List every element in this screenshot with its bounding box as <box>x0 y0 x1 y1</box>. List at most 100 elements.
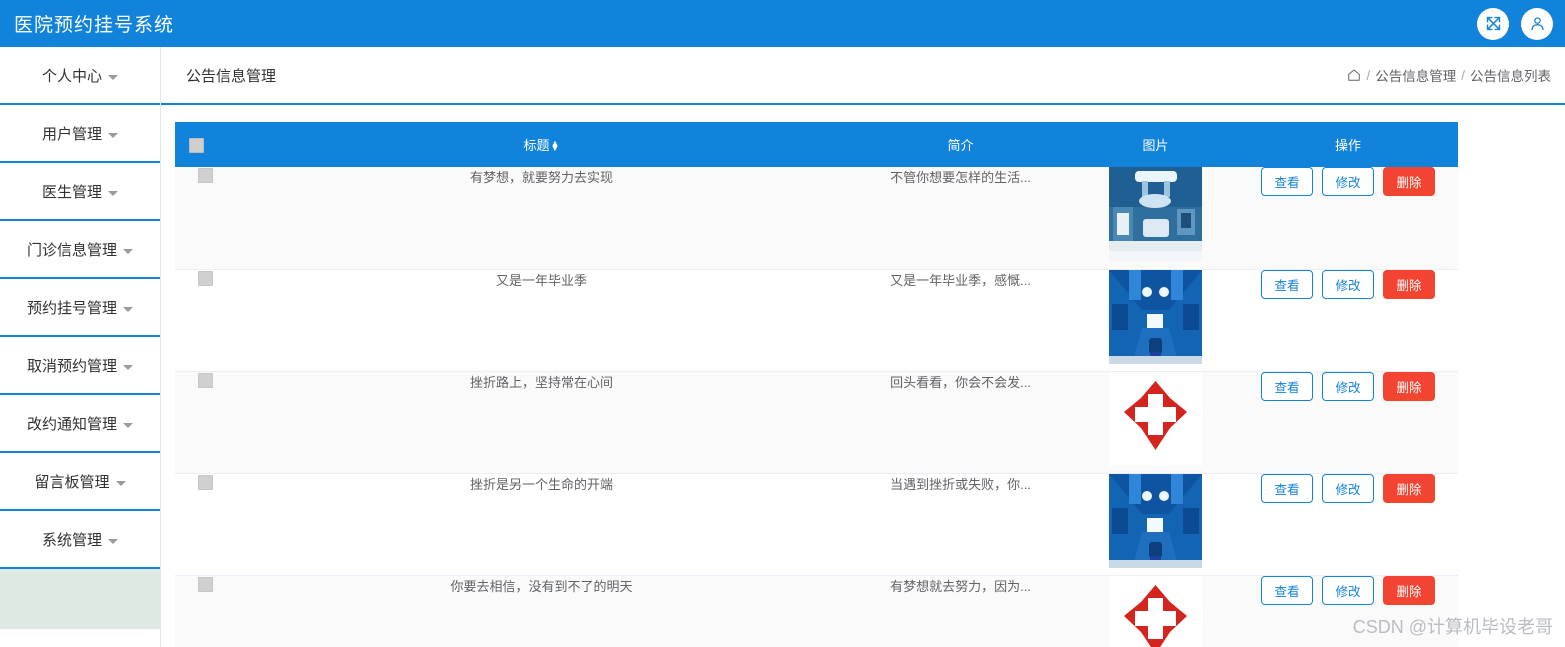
row-checkbox[interactable] <box>197 270 213 286</box>
edit-button[interactable]: 修改 <box>1322 473 1374 503</box>
watermark-text: CSDN @计算机毕设老哥 <box>1352 617 1553 637</box>
cell-title: 挫折是另一个生命的开端 <box>235 473 848 576</box>
row-actions: 查看 修改 删除 <box>1238 575 1458 605</box>
fullscreen-icon[interactable] <box>1477 7 1509 40</box>
red-cross-logo[interactable] <box>1109 371 1202 466</box>
column-header-label: 标题 <box>523 138 550 153</box>
breadcrumb-item-notice-management[interactable]: 公告信息管理 <box>1375 65 1456 85</box>
column-header-label: 简介 <box>947 138 974 153</box>
select-all-checkbox[interactable] <box>189 137 204 153</box>
sidebar-item-clinic-info-management[interactable]: 门诊信息管理 <box>0 221 160 279</box>
chevron-down-icon <box>108 74 118 80</box>
table-row: 又是一年毕业季 又是一年毕业季，感慨... 查看 修改 删除 <box>175 269 1458 372</box>
sidebar-item-label: 预约挂号管理 <box>26 299 117 317</box>
cell-image <box>1073 473 1238 576</box>
sidebar-item-reschedule-notice-management[interactable]: 改约通知管理 <box>0 395 160 453</box>
app-root: 医院预约挂号系统 个人中心 用户管理 医生管理 门诊信息管理 预约挂号管理 取消… <box>0 0 1565 647</box>
breadcrumb-item-notice-list: 公告信息列表 <box>1470 69 1551 84</box>
breadcrumb-separator: / <box>1366 67 1371 83</box>
chevron-down-icon <box>108 190 118 196</box>
chevron-down-icon <box>123 364 133 370</box>
notice-table-wrapper: 标题 ▲ ▼ 简介 图片 操作 有梦想，就要努力去实现 不管你想要怎样的生活..… <box>175 122 1458 647</box>
view-button[interactable]: 查看 <box>1261 269 1313 299</box>
view-button[interactable]: 查看 <box>1261 473 1313 503</box>
column-header-label: 图片 <box>1142 138 1169 153</box>
sidebar-item-user-management[interactable]: 用户管理 <box>0 105 160 163</box>
sidebar-item-label: 留言板管理 <box>34 473 110 491</box>
view-button[interactable]: 查看 <box>1261 167 1313 196</box>
cell-summary: 有梦想就去努力，因为... <box>848 575 1073 647</box>
cell-image <box>1073 269 1238 372</box>
cell-operation: 查看 修改 删除 <box>1238 371 1458 474</box>
main-content: 标题 ▲ ▼ 简介 图片 操作 有梦想，就要努力去实现 不管你想要怎样的生活..… <box>161 105 1565 647</box>
row-actions: 查看 修改 删除 <box>1238 269 1458 299</box>
row-checkbox[interactable] <box>197 474 213 490</box>
row-checkbox[interactable] <box>197 372 213 388</box>
cell-title: 你要去相信，没有到不了的明天 <box>235 575 848 647</box>
cell-image <box>1073 371 1238 474</box>
user-icon[interactable] <box>1521 7 1553 40</box>
table-row: 挫折是另一个生命的开端 当遇到挫折或失败，你... 查看 修改 删除 <box>175 473 1458 576</box>
row-actions: 查看 修改 删除 <box>1238 167 1458 196</box>
hospital-corridor-photo[interactable] <box>1109 473 1202 568</box>
table-body: 有梦想，就要努力去实现 不管你想要怎样的生活... 查看 修改 删除 又是一年毕… <box>175 167 1458 647</box>
row-checkbox[interactable] <box>197 168 213 184</box>
sidebar-item-label: 医生管理 <box>41 183 102 201</box>
view-button[interactable]: 查看 <box>1261 371 1313 401</box>
sidebar-item-appointment-management[interactable]: 预约挂号管理 <box>0 279 160 337</box>
page-title: 公告信息管理 <box>186 67 277 85</box>
breadcrumb-separator: / <box>1461 67 1465 83</box>
topbar-actions <box>1477 7 1553 40</box>
sidebar-item-label: 改约通知管理 <box>26 415 117 433</box>
table-row: 你要去相信，没有到不了的明天 有梦想就去努力，因为... 查看 修改 删除 <box>175 575 1458 647</box>
hospital-corridor-photo[interactable] <box>1109 269 1202 364</box>
row-select-cell <box>175 473 235 576</box>
edit-button[interactable]: 修改 <box>1322 167 1374 196</box>
sidebar-item-label: 系统管理 <box>41 531 102 549</box>
cell-operation: 查看 修改 删除 <box>1238 167 1458 270</box>
column-header-title[interactable]: 标题 ▲ ▼ <box>235 122 848 167</box>
left-sidebar: 个人中心 用户管理 医生管理 门诊信息管理 预约挂号管理 取消预约管理 改约通知… <box>0 47 161 647</box>
chevron-down-icon <box>115 480 126 486</box>
chevron-down-icon <box>123 422 133 428</box>
table-header: 标题 ▲ ▼ 简介 图片 操作 <box>175 122 1458 167</box>
view-button[interactable]: 查看 <box>1261 575 1313 605</box>
sidebar-item-doctor-management[interactable]: 医生管理 <box>0 163 160 221</box>
column-header-operation: 操作 <box>1238 122 1458 167</box>
row-select-cell <box>175 167 235 270</box>
sort-updown-icon[interactable]: ▲ ▼ <box>551 138 560 153</box>
edit-button[interactable]: 修改 <box>1322 371 1374 401</box>
sidebar-item-cancel-appointment-management[interactable]: 取消预约管理 <box>0 337 160 395</box>
sidebar-item-label: 用户管理 <box>41 125 102 143</box>
sidebar-item-message-board-management[interactable]: 留言板管理 <box>0 453 160 511</box>
row-select-cell <box>175 371 235 474</box>
cell-title: 有梦想，就要努力去实现 <box>235 167 848 270</box>
delete-button[interactable]: 删除 <box>1383 167 1435 196</box>
sidebar-item-system-management[interactable]: 系统管理 <box>0 511 160 569</box>
cell-operation: 查看 修改 删除 <box>1238 473 1458 576</box>
home-icon[interactable] <box>1347 68 1361 82</box>
cell-title: 又是一年毕业季 <box>235 269 848 372</box>
delete-button[interactable]: 删除 <box>1383 575 1435 605</box>
chevron-down-icon <box>123 306 133 312</box>
row-checkbox[interactable] <box>197 576 213 592</box>
delete-button[interactable]: 删除 <box>1383 371 1435 401</box>
row-select-cell <box>175 575 235 647</box>
red-cross-logo[interactable] <box>1109 575 1202 647</box>
delete-button[interactable]: 删除 <box>1383 473 1435 503</box>
cell-summary: 又是一年毕业季，感慨... <box>848 269 1073 372</box>
cell-title: 挫折路上，坚持常在心间 <box>235 371 848 474</box>
sidebar-item-label: 个人中心 <box>41 67 102 85</box>
select-all-header <box>175 122 235 167</box>
content-header: 公告信息管理 / 公告信息管理 / 公告信息列表 <box>161 47 1565 105</box>
operating-room-photo[interactable] <box>1109 167 1202 261</box>
delete-button[interactable]: 删除 <box>1383 269 1435 299</box>
edit-button[interactable]: 修改 <box>1322 575 1374 605</box>
sidebar-item-personal-center[interactable]: 个人中心 <box>0 47 160 105</box>
column-header-image: 图片 <box>1073 122 1238 167</box>
top-bar: 医院预约挂号系统 <box>0 0 1565 47</box>
row-actions: 查看 修改 删除 <box>1238 371 1458 401</box>
edit-button[interactable]: 修改 <box>1322 269 1374 299</box>
column-header-summary: 简介 <box>848 122 1073 167</box>
cell-summary: 不管你想要怎样的生活... <box>848 167 1073 270</box>
